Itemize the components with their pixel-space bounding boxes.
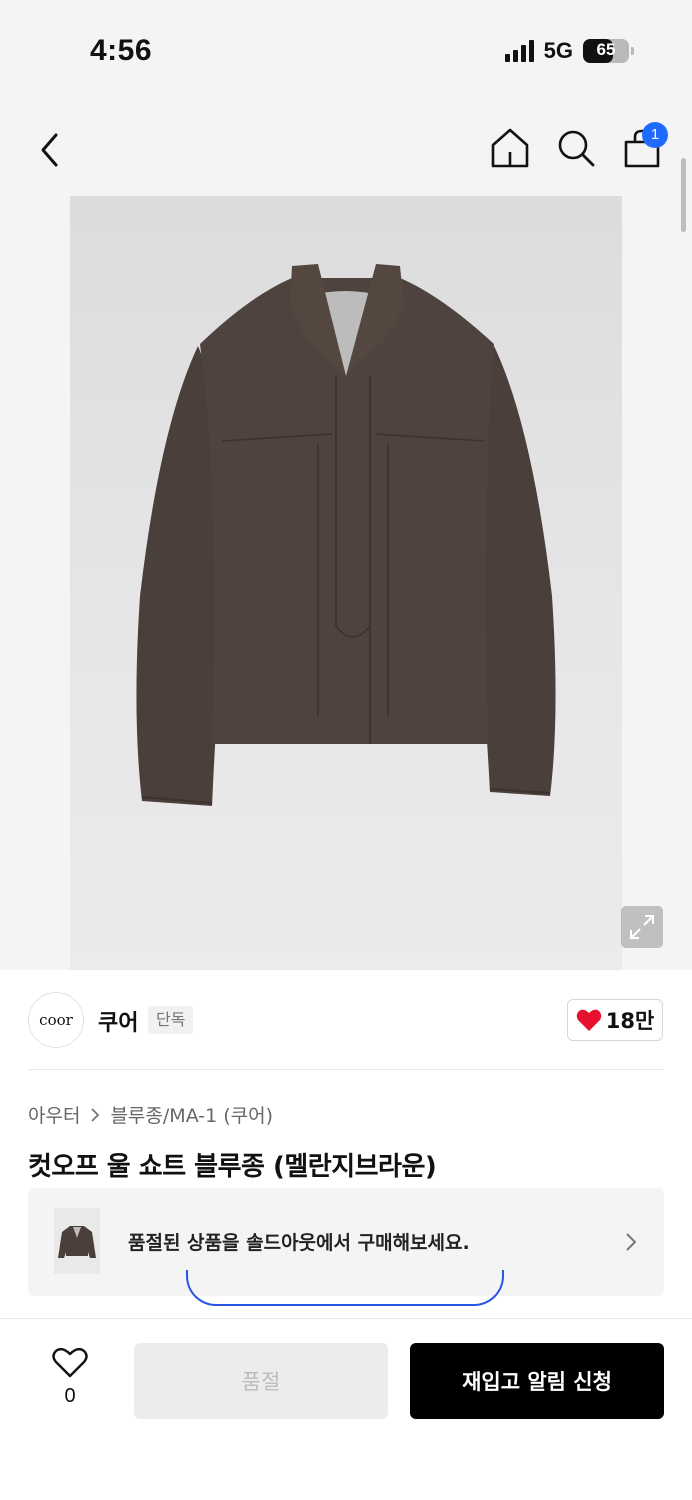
exclusive-badge: 단독 [148,1006,194,1034]
like-count: 18만 [605,1009,655,1033]
brand-name[interactable]: 쿠어 [98,1005,138,1037]
status-time: 4:56 [90,34,153,67]
search-icon[interactable] [556,126,596,170]
signal-icon [504,40,534,62]
divider [28,1069,664,1070]
cart-button[interactable]: 1 [622,122,668,170]
wishlist-count: 0 [64,1385,76,1407]
like-button[interactable]: 18만 [567,999,663,1041]
soldout-button[interactable]: 품절 [134,1343,388,1419]
back-icon[interactable] [34,130,68,170]
breadcrumb: 아우터 블루종/MA-1 (쿠어) [28,1101,273,1128]
scrollbar[interactable] [681,158,686,232]
restock-alert-button[interactable]: 재입고 알림 신청 [410,1343,664,1419]
chevron-right-icon [91,1107,100,1122]
expand-icon [630,915,654,939]
brand-logo-text: coor [39,1011,73,1029]
nav-actions: 1 [490,122,668,170]
breadcrumb-subcategory[interactable]: 블루종/MA-1 (쿠어) [110,1101,273,1128]
banner-thumbnail [54,1208,100,1274]
chevron-right-icon [626,1233,637,1251]
breadcrumb-category[interactable]: 아우터 [28,1101,80,1128]
heart-outline-icon [52,1347,88,1378]
bottom-action-bar: 0 품절 재입고 알림 신청 [0,1318,692,1500]
expand-image-button[interactable] [621,906,663,948]
product-image[interactable] [70,196,622,970]
home-icon[interactable] [490,126,530,170]
status-indicators: 5G 65 [504,38,634,64]
product-title: 컷오프 울 쇼트 블루종 (멜란지브라운) [28,1152,437,1182]
brand-logo[interactable]: coor [28,992,84,1048]
battery-level: 65 [596,40,616,59]
heart-icon [576,1009,601,1031]
jacket-image [136,264,556,806]
battery-icon: 65 [583,39,629,63]
network-type: 5G [543,38,573,63]
cart-count-badge: 1 [642,122,668,148]
jacket-thumbnail-image [58,1226,96,1258]
wishlist-button[interactable]: 0 [48,1347,92,1408]
floating-button-outline [186,1270,504,1306]
banner-text: 품절된 상품을 솔드아웃에서 구매해보세요. [128,1232,470,1254]
